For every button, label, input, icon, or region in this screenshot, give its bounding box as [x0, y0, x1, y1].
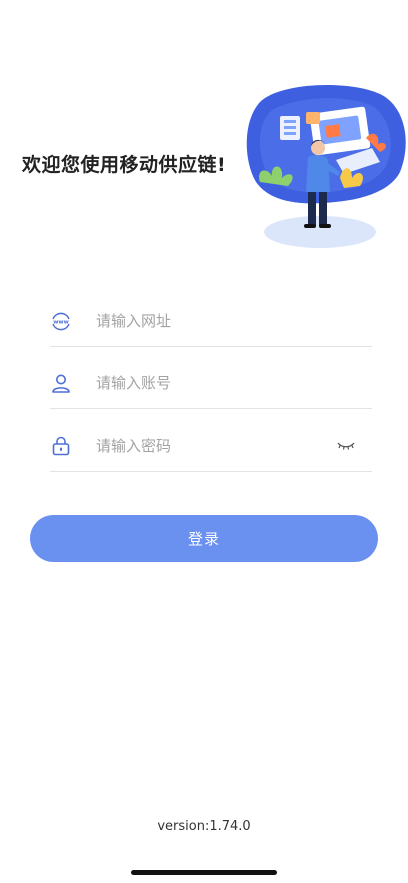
welcome-title: 欢迎您使用移动供应链!	[22, 154, 227, 176]
password-input[interactable]	[96, 433, 326, 459]
lock-icon	[52, 436, 70, 456]
password-field-row	[50, 425, 372, 472]
url-input[interactable]	[96, 308, 326, 334]
hero-illustration	[246, 84, 406, 248]
account-input[interactable]	[96, 370, 326, 396]
svg-text:www: www	[53, 319, 69, 325]
login-button[interactable]: 登录	[30, 515, 378, 562]
account-field-row	[50, 362, 372, 409]
globe-www-icon: www	[52, 312, 70, 331]
version-label: version:1.74.0	[157, 819, 251, 834]
eye-closed-icon[interactable]	[336, 438, 356, 452]
url-field-row: www	[50, 300, 372, 347]
home-indicator	[131, 870, 277, 875]
user-icon	[52, 374, 70, 393]
